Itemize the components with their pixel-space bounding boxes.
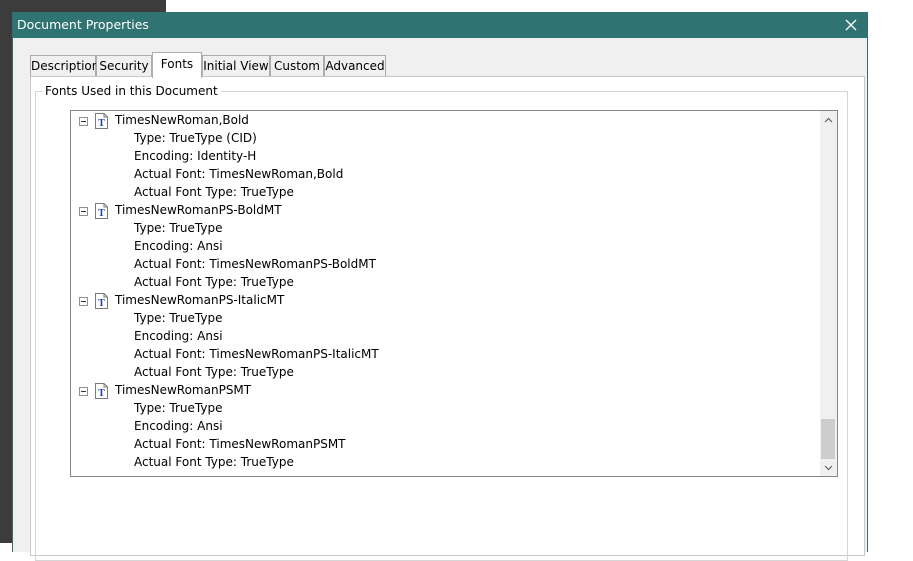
tab-label: Description	[31, 59, 100, 73]
font-file-icon: T	[95, 383, 108, 399]
font-name: TimesNewRomanPS-ItalicMT	[115, 293, 285, 307]
font-property: Actual Font Type: TrueType	[134, 275, 294, 289]
font-property: Type: TrueType	[134, 311, 223, 325]
tab-label: Custom	[274, 59, 320, 73]
svg-text:T: T	[98, 208, 105, 219]
font-property: Actual Font: TimesNewRoman,Bold	[134, 167, 344, 181]
scroll-up-button[interactable]	[820, 111, 837, 128]
chevron-up-icon	[824, 117, 833, 122]
font-file-icon: T	[95, 203, 108, 219]
tab-initial-view[interactable]: Initial View	[202, 55, 270, 77]
chevron-down-icon	[824, 465, 833, 470]
svg-text:T: T	[98, 118, 105, 129]
tab-advanced[interactable]: Advanced	[324, 55, 386, 77]
tab-security[interactable]: Security	[96, 55, 152, 77]
font-property: Actual Font: TimesNewRomanPS-ItalicMT	[134, 347, 379, 361]
dialog-title: Document Properties	[17, 17, 149, 32]
font-property: Actual Font: TimesNewRomanPSMT	[134, 437, 346, 451]
font-name: TimesNewRomanPSMT	[115, 383, 252, 397]
collapse-toggle[interactable]	[79, 387, 88, 396]
svg-text:T: T	[98, 388, 105, 399]
font-property: Actual Font: TimesNewRomanPS-BoldMT	[134, 257, 376, 271]
collapse-toggle[interactable]	[79, 207, 88, 216]
font-property: Type: TrueType	[134, 221, 223, 235]
tab-fonts[interactable]: Fonts	[152, 52, 202, 78]
fonts-tree[interactable]: T TimesNewRoman,Bold Type: TrueType (CID) E…	[70, 110, 838, 477]
fonts-tab-panel: Fonts Used in this Document T TimesNewRom…	[30, 76, 865, 561]
vertical-scrollbar[interactable]	[820, 111, 837, 476]
font-property: Encoding: Ansi	[134, 329, 223, 343]
font-property: Actual Font Type: TrueType	[134, 455, 294, 469]
font-property: Actual Font Type: TrueType	[134, 185, 294, 199]
close-icon	[845, 19, 857, 31]
font-name: TimesNewRoman,Bold	[115, 113, 249, 127]
collapse-toggle[interactable]	[79, 117, 88, 126]
font-file-icon: T	[95, 293, 108, 309]
collapse-toggle[interactable]	[79, 297, 88, 306]
font-property: Encoding: Ansi	[134, 239, 223, 253]
fonts-group-label: Fonts Used in this Document	[42, 84, 221, 98]
scroll-thumb[interactable]	[821, 419, 835, 459]
font-name: TimesNewRomanPS-BoldMT	[115, 203, 282, 217]
font-property: Encoding: Ansi	[134, 419, 223, 433]
tab-label: Initial View	[203, 59, 269, 73]
font-property: Type: TrueType (CID)	[134, 131, 257, 145]
tab-label: Fonts	[160, 57, 194, 71]
fonts-tree-content: T TimesNewRoman,Bold Type: TrueType (CID) E…	[71, 111, 820, 476]
tab-custom[interactable]: Custom	[270, 55, 324, 77]
document-properties-dialog: Document Properties Description Security…	[12, 12, 868, 561]
font-file-icon: T	[95, 113, 108, 129]
font-property: Type: TrueType	[134, 401, 223, 415]
close-button[interactable]	[835, 12, 867, 38]
font-property: Encoding: Identity-H	[134, 149, 257, 163]
svg-text:T: T	[98, 298, 105, 309]
tab-label: Advanced	[325, 59, 385, 73]
scroll-down-button[interactable]	[820, 459, 837, 476]
font-property: Actual Font Type: TrueType	[134, 365, 294, 379]
tab-label: Security	[99, 59, 149, 73]
tab-description[interactable]: Description	[30, 55, 100, 77]
title-bar[interactable]: Document Properties	[13, 12, 867, 38]
